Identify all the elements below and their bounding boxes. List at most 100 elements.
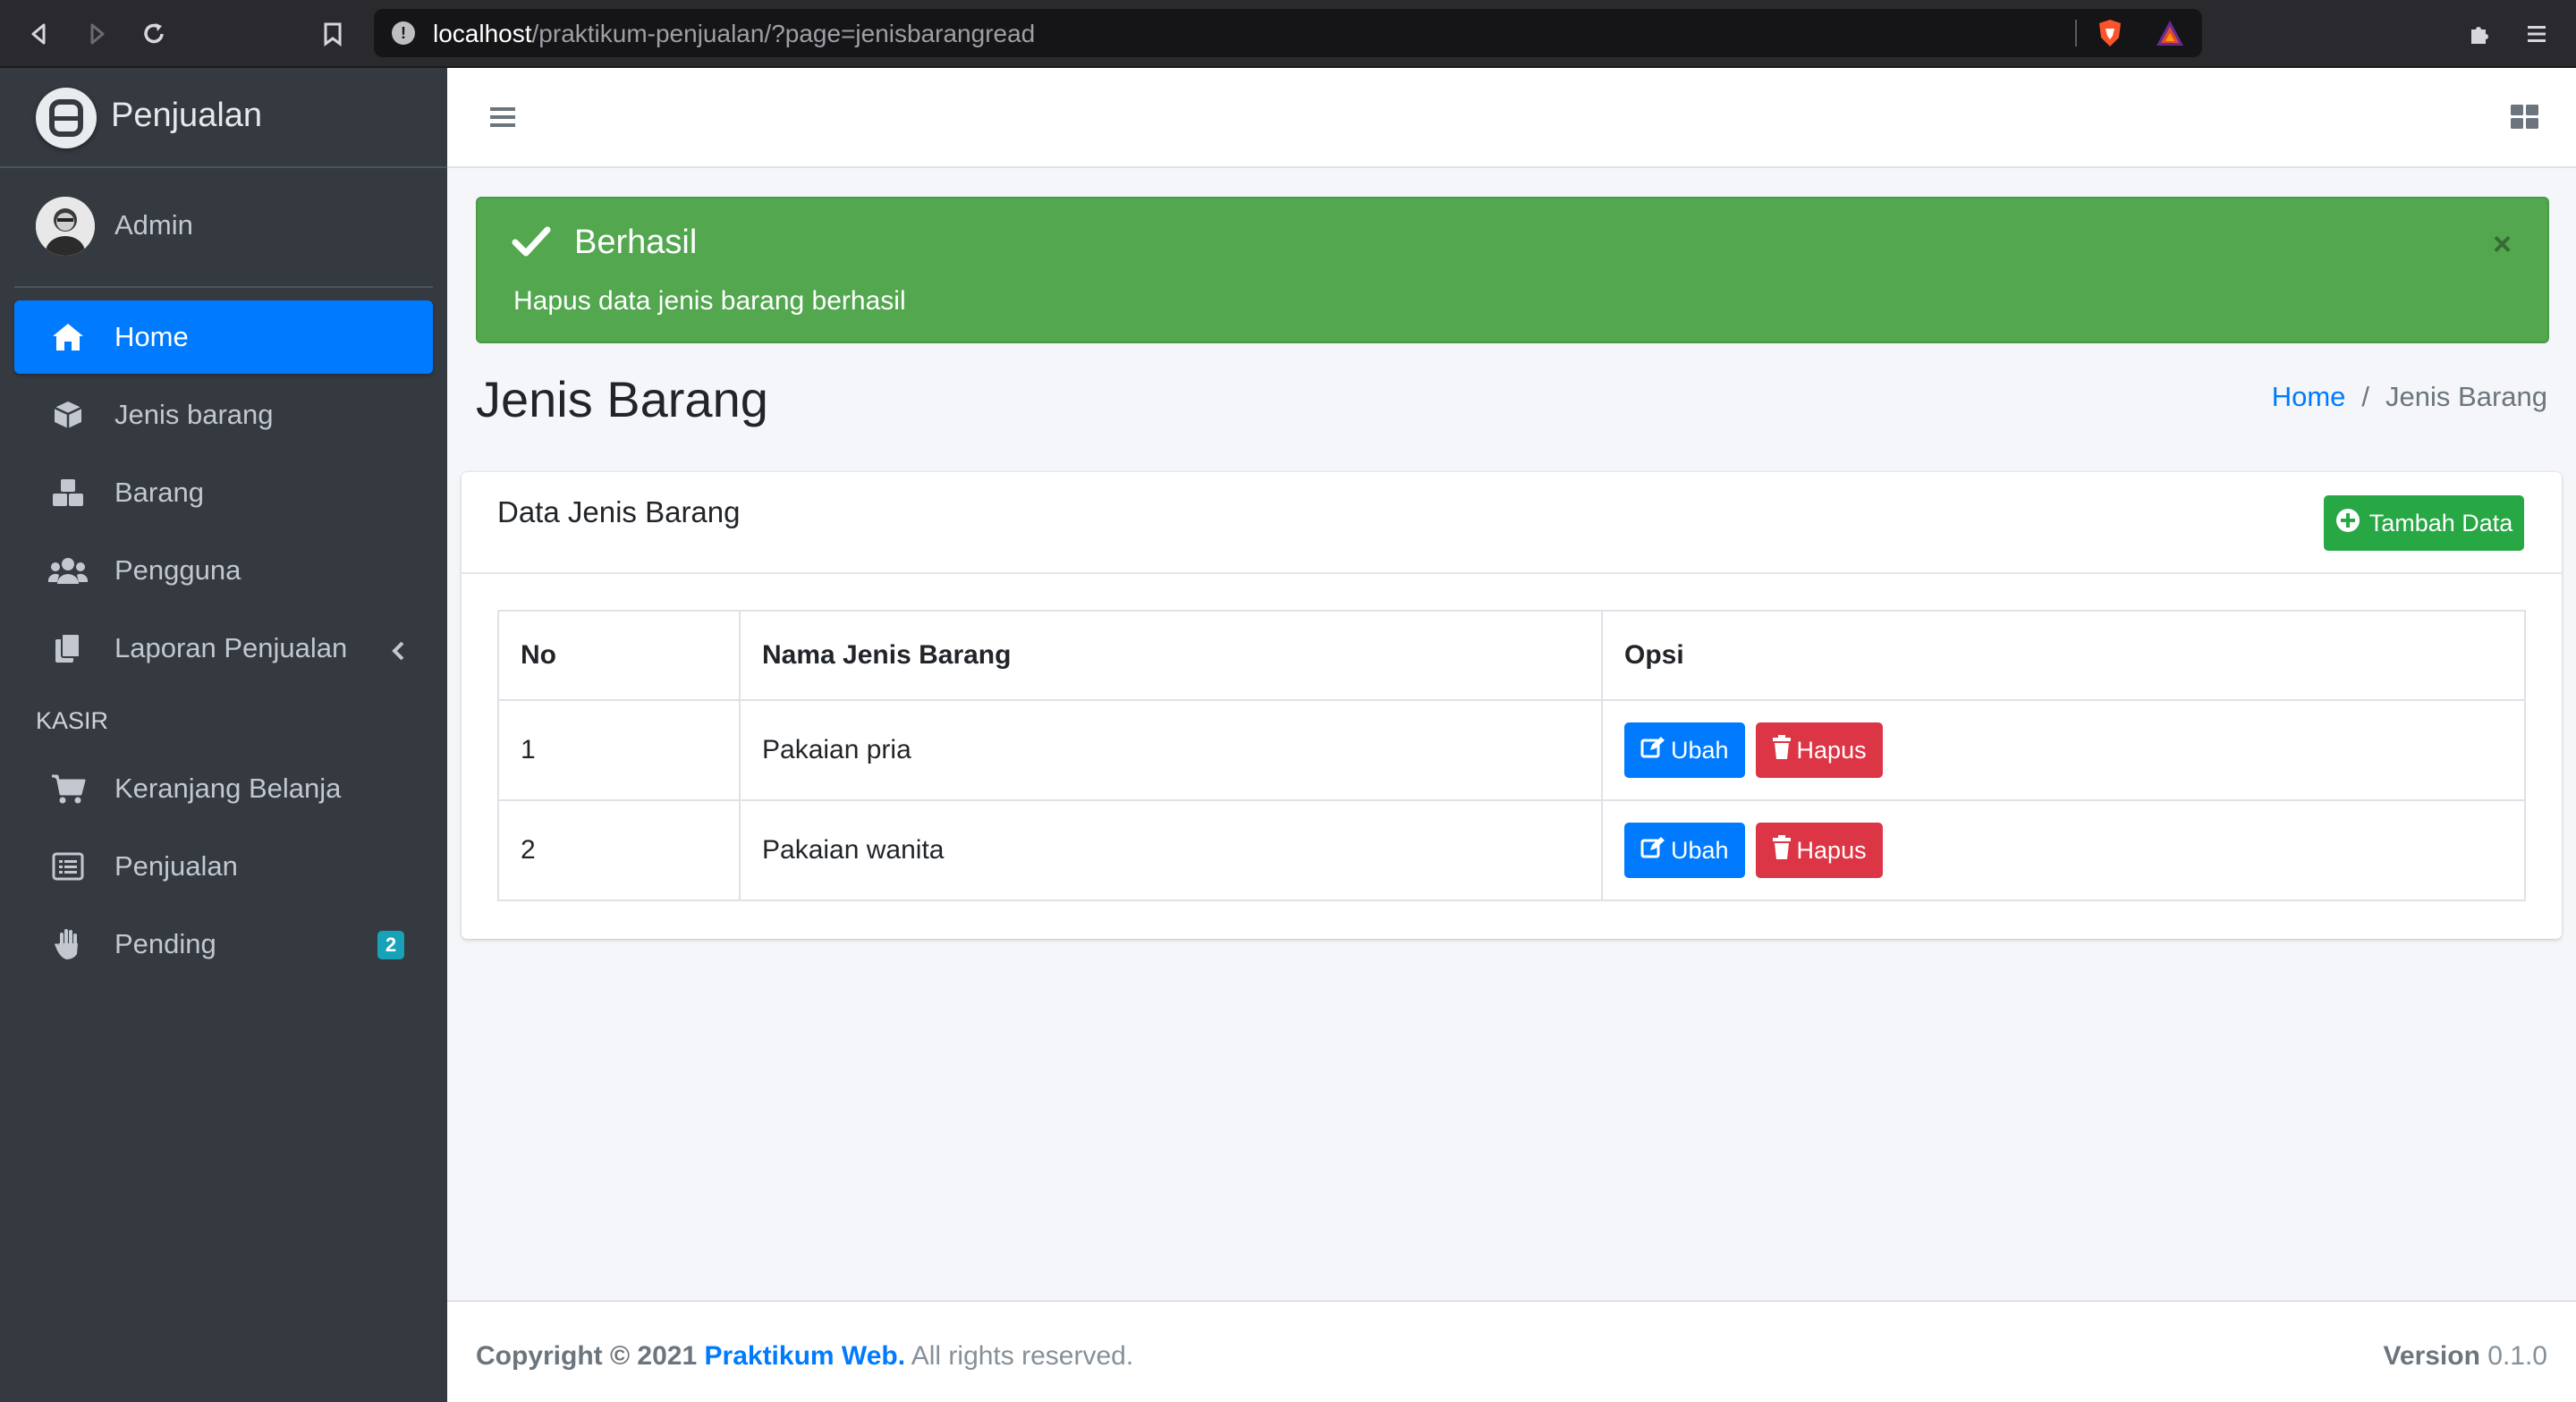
- brand-title: Penjualan: [111, 97, 263, 134]
- add-data-button[interactable]: Tambah Data: [2324, 495, 2524, 551]
- sidebar-item-penjualan[interactable]: Penjualan: [14, 830, 433, 903]
- breadcrumb-separator: /: [2361, 381, 2370, 412]
- delete-button[interactable]: Hapus: [1755, 722, 1883, 778]
- cell-actions: Ubah Hapus: [1601, 699, 2526, 801]
- sidebar-item-pengguna[interactable]: Pengguna: [14, 534, 433, 607]
- delete-label: Hapus: [1796, 736, 1867, 764]
- address-bar[interactable]: ! localhost/praktikum-penjualan/?page=je…: [374, 9, 2202, 57]
- column-header-no: No: [497, 610, 741, 701]
- plus-circle-icon: [2335, 508, 2360, 539]
- page-title: Jenis Barang: [476, 371, 768, 427]
- sidebar-item-label: Keranjang Belanja: [114, 773, 342, 804]
- rights-text: All rights reserved.: [911, 1341, 1134, 1371]
- reload-icon[interactable]: [136, 16, 172, 52]
- sidebar-item-label: Laporan Penjualan: [114, 632, 348, 663]
- version-label: Version: [2383, 1341, 2480, 1371]
- sidebar-item-barang[interactable]: Barang: [14, 456, 433, 529]
- trash-icon: [1772, 734, 1792, 766]
- browser-menu-icon[interactable]: [2519, 16, 2555, 52]
- sidebar-menu: Home Jenis barang Barang Pengguna Lapora…: [0, 300, 447, 981]
- forward-icon[interactable]: [79, 16, 114, 52]
- data-card: Data Jenis Barang Tambah Data No Nama Je…: [462, 472, 2562, 939]
- pending-count-badge: 2: [377, 931, 404, 959]
- breadcrumb: Home / Jenis Barang: [2272, 381, 2547, 413]
- list-icon: [48, 847, 88, 886]
- brave-rewards-icon[interactable]: [2154, 18, 2186, 48]
- sidebar-item-jenis-barang[interactable]: Jenis barang: [14, 378, 433, 452]
- grid-icon[interactable]: [2510, 104, 2540, 135]
- alert-title: Berhasil: [574, 224, 698, 261]
- copyright-prefix: Copyright © 2021: [476, 1341, 698, 1371]
- alert-message: Hapus data jenis barang berhasil: [513, 286, 906, 316]
- extensions-icon[interactable]: [2462, 16, 2497, 52]
- edit-button[interactable]: Ubah: [1624, 823, 1745, 878]
- trash-icon: [1772, 834, 1792, 866]
- sidebar-item-laporan-penjualan[interactable]: Laporan Penjualan: [14, 612, 433, 685]
- breadcrumb-home-link[interactable]: Home: [2272, 381, 2346, 412]
- cell-name: Pakaian wanita: [739, 799, 1603, 901]
- breadcrumb-current: Jenis Barang: [2385, 381, 2547, 412]
- hand-icon: [48, 925, 88, 964]
- delete-label: Hapus: [1796, 836, 1867, 864]
- cell-name: Pakaian pria: [739, 699, 1603, 801]
- edit-icon: [1640, 836, 1665, 866]
- version-info: Version 0.1.0: [2384, 1341, 2547, 1372]
- sidebar-item-label: Barang: [114, 477, 204, 508]
- top-navbar: [447, 68, 2576, 168]
- sidebar-item-label: Penjualan: [114, 850, 238, 882]
- sidebar-item-label: Home: [114, 321, 189, 352]
- delete-button[interactable]: Hapus: [1755, 823, 1883, 878]
- cell-actions: Ubah Hapus: [1601, 799, 2526, 901]
- check-icon: [512, 224, 551, 264]
- chevron-left-icon[interactable]: [390, 637, 406, 669]
- add-data-label: Tambah Data: [2368, 509, 2513, 536]
- edit-button[interactable]: Ubah: [1624, 722, 1745, 778]
- table-row: 1 Pakaian pria Ubah Hapus: [497, 699, 2526, 801]
- user-name[interactable]: Admin: [114, 209, 193, 241]
- brand-link[interactable]: Penjualan: [0, 68, 447, 168]
- sidebar-item-keranjang-belanja[interactable]: Keranjang Belanja: [14, 752, 433, 825]
- sidebar-item-pending[interactable]: Pending 2: [14, 908, 433, 981]
- url-text[interactable]: localhost/praktikum-penjualan/?page=jeni…: [433, 20, 1035, 48]
- home-icon: [48, 317, 88, 357]
- copy-icon: [48, 629, 88, 668]
- sidebar-item-label: Pengguna: [114, 554, 242, 586]
- url-separator: [2075, 20, 2077, 46]
- hamburger-menu-icon[interactable]: [488, 104, 517, 135]
- jenis-barang-table: No Nama Jenis Barang Opsi 1 Pakaian pria…: [497, 610, 2526, 901]
- edit-icon: [1640, 736, 1665, 765]
- boxes-icon: [48, 473, 88, 512]
- sidebar-item-label: Pending: [114, 928, 216, 959]
- brand-logo-icon: [36, 88, 97, 148]
- sidebar-item-label: Jenis barang: [114, 399, 274, 430]
- card-title: Data Jenis Barang: [497, 495, 741, 528]
- menu-section-header: KASIR: [36, 706, 109, 734]
- copyright-text: Copyright © 2021 Praktikum Web. All righ…: [476, 1341, 1133, 1372]
- footer: Copyright © 2021 Praktikum Web. All righ…: [447, 1300, 2576, 1402]
- avatar: [36, 197, 95, 256]
- browser-toolbar: ! localhost/praktikum-penjualan/?page=je…: [0, 0, 2576, 68]
- info-icon[interactable]: !: [392, 21, 415, 45]
- bookmark-icon[interactable]: [315, 16, 351, 52]
- sidebar-item-home[interactable]: Home: [14, 300, 433, 374]
- cell-no: 2: [497, 799, 741, 901]
- alert-close-button[interactable]: ×: [2493, 225, 2512, 263]
- edit-label: Ubah: [1671, 736, 1729, 764]
- user-panel[interactable]: Admin: [14, 168, 433, 288]
- table-header-row: No Nama Jenis Barang Opsi: [497, 610, 2526, 701]
- box-icon: [48, 395, 88, 435]
- version-number: 0.1.0: [2487, 1341, 2547, 1371]
- success-alert: Berhasil Hapus data jenis barang berhasi…: [476, 197, 2549, 343]
- cart-icon: [48, 769, 88, 808]
- edit-label: Ubah: [1671, 836, 1729, 864]
- users-icon: [48, 551, 88, 590]
- cell-no: 1: [497, 699, 741, 801]
- sidebar: Penjualan Admin Home Jenis barang Barang: [0, 68, 447, 1402]
- column-header-nama: Nama Jenis Barang: [739, 610, 1603, 701]
- column-header-opsi: Opsi: [1601, 610, 2526, 701]
- table-row: 2 Pakaian wanita Ubah Hapus: [497, 799, 2526, 901]
- back-icon[interactable]: [21, 16, 57, 52]
- site-link[interactable]: Praktikum Web.: [705, 1341, 906, 1371]
- card-header: Data Jenis Barang Tambah Data: [462, 472, 2562, 574]
- brave-shield-icon[interactable]: [2095, 18, 2125, 48]
